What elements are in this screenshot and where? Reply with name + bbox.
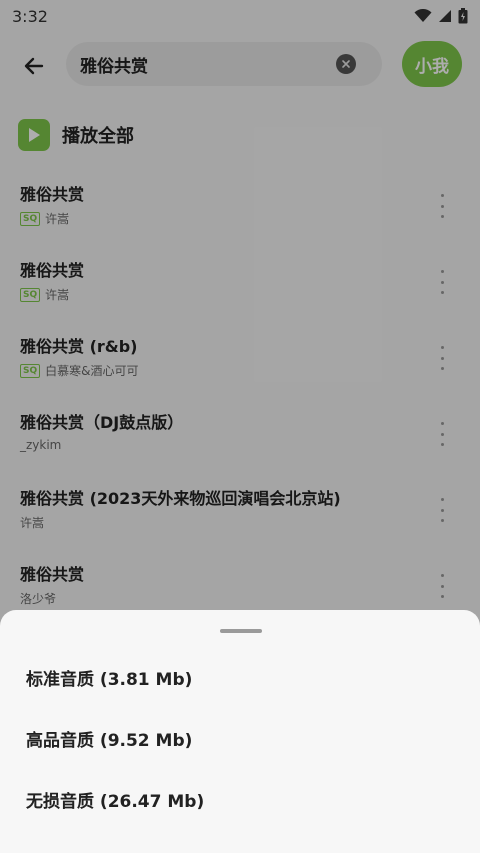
quality-bottom-sheet: 标准音质 (3.81 Mb) 高品音质 (9.52 Mb) 无损音质 (26.4… xyxy=(0,610,480,853)
quality-option-standard[interactable]: 标准音质 (3.81 Mb) xyxy=(0,647,480,707)
quality-option-lossless[interactable]: 无损音质 (26.47 Mb) xyxy=(0,769,480,829)
drag-handle[interactable] xyxy=(220,629,262,633)
quality-option-high[interactable]: 高品音质 (9.52 Mb) xyxy=(0,708,480,768)
